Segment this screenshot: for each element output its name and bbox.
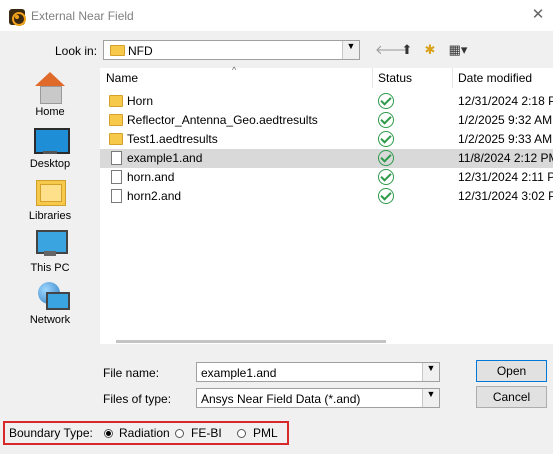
folder-icon [110, 45, 125, 56]
file-row[interactable]: Horn 12/31/2024 2:18 P [100, 92, 553, 111]
file-row-selected[interactable]: example1.and 11/8/2024 2:12 PM [100, 149, 553, 168]
radio-fe-bi-label[interactable]: FE-BI [191, 426, 222, 440]
place-this-pc[interactable]: This PC [19, 230, 81, 274]
column-header-status[interactable]: Status [372, 68, 452, 88]
look-in-label: Look in: [55, 44, 98, 58]
file-date: 12/31/2024 2:18 P [458, 94, 553, 108]
back-icon[interactable]: 🡐 [375, 41, 410, 59]
file-name-label: File name: [103, 366, 160, 380]
file-type-value: Ansys Near Field Data (*.and) [201, 392, 361, 406]
status-ok-icon [378, 112, 394, 128]
boundary-type-group: Boundary Type: Radiation FE-BI PML [3, 421, 289, 445]
desktop-icon [34, 126, 70, 156]
file-date: 12/31/2024 3:02 P [458, 189, 553, 203]
file-name-value: example1.and [201, 366, 277, 380]
file-date: 1/2/2025 9:32 AM [458, 113, 553, 127]
place-libraries[interactable]: Libraries [19, 180, 81, 222]
file-icon [111, 170, 122, 184]
file-name: Test1.aedtresults [127, 132, 218, 146]
file-date: 11/8/2024 2:12 PM [458, 151, 553, 165]
place-label: Desktop [29, 158, 71, 170]
libraries-icon [34, 180, 66, 208]
chevron-down-icon[interactable]: ▼ [422, 363, 439, 381]
status-ok-icon [378, 150, 394, 166]
file-date: 1/2/2025 9:33 AM [458, 132, 553, 146]
status-ok-icon [378, 93, 394, 109]
chevron-down-icon[interactable]: ▼ [422, 389, 439, 407]
place-label: Libraries [28, 210, 72, 222]
file-type-dropdown[interactable]: Ansys Near Field Data (*.and) ▼ [196, 388, 440, 408]
place-desktop[interactable]: Desktop [19, 126, 81, 170]
window-title: External Near Field [31, 9, 134, 23]
folder-icon [109, 133, 123, 145]
look-in-dropdown[interactable]: NFD ▼ [103, 40, 360, 60]
chevron-down-icon[interactable]: ▼ [342, 41, 359, 59]
radio-radiation[interactable] [104, 429, 113, 438]
close-button[interactable]: ✕ [526, 4, 550, 26]
file-row[interactable]: Reflector_Antenna_Geo.aedtresults 1/2/20… [100, 111, 553, 130]
file-icon [111, 151, 122, 165]
app-icon [9, 9, 26, 26]
this-pc-icon [34, 230, 68, 260]
horizontal-scrollbar[interactable] [116, 340, 386, 343]
places-sidebar: Home Desktop Libraries This PC Network [19, 68, 81, 338]
radio-fe-bi[interactable] [175, 429, 184, 438]
column-header-name[interactable]: Name [100, 68, 372, 88]
network-icon [34, 282, 70, 312]
home-icon [33, 72, 67, 104]
place-label: This PC [30, 262, 70, 274]
column-header-date[interactable]: Date modified [452, 68, 553, 88]
folder-icon [109, 95, 123, 107]
place-label: Home [35, 106, 65, 118]
cancel-button[interactable]: Cancel [476, 386, 547, 408]
file-date: 12/31/2024 2:11 P [458, 170, 553, 184]
file-name: horn.and [127, 170, 175, 184]
file-row[interactable]: horn2.and 12/31/2024 3:02 P [100, 187, 553, 206]
place-home[interactable]: Home [19, 72, 81, 118]
up-folder-icon[interactable]: ⬆ [398, 41, 416, 59]
file-name-input[interactable]: example1.and ▼ [196, 362, 440, 382]
view-menu-icon[interactable]: ▦▾ [445, 41, 471, 59]
look-in-value: NFD [128, 44, 153, 58]
status-ok-icon [378, 188, 394, 204]
place-network[interactable]: Network [19, 282, 81, 326]
file-name: example1.and [127, 151, 203, 165]
folder-icon [109, 114, 123, 126]
place-label: Network [29, 314, 71, 326]
file-icon [111, 189, 122, 203]
radio-pml-label[interactable]: PML [253, 426, 278, 440]
radio-pml[interactable] [237, 429, 246, 438]
boundary-type-label: Boundary Type: [9, 426, 93, 440]
file-row[interactable]: horn.and 12/31/2024 2:11 P [100, 168, 553, 187]
file-name: Horn [127, 94, 154, 108]
file-row[interactable]: Test1.aedtresults 1/2/2025 9:33 AM [100, 130, 553, 149]
file-name: Reflector_Antenna_Geo.aedtresults [127, 113, 318, 127]
title-bar: External Near Field ✕ [0, 0, 553, 31]
file-list[interactable]: ^ Name Status Date modified Horn 12/31/2… [100, 65, 553, 344]
status-ok-icon [378, 131, 394, 147]
open-button[interactable]: Open [476, 360, 547, 382]
new-folder-icon[interactable]: ✱ [421, 41, 439, 59]
radio-radiation-label[interactable]: Radiation [119, 426, 170, 440]
status-ok-icon [378, 169, 394, 185]
file-type-label: Files of type: [103, 392, 172, 406]
file-name: horn2.and [127, 189, 182, 203]
